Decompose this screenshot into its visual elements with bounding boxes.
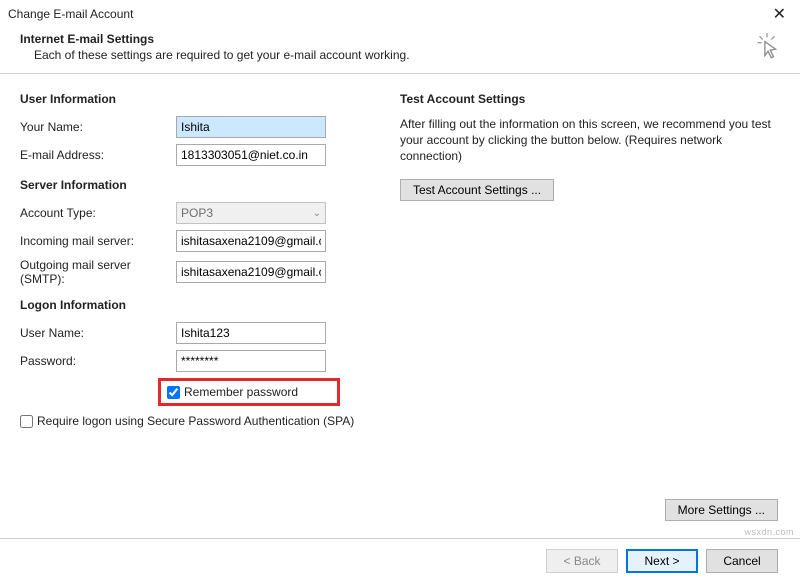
test-settings-desc: After filling out the information on thi… xyxy=(400,116,780,165)
outgoing-server-input[interactable] xyxy=(176,261,326,283)
username-label: User Name: xyxy=(20,326,176,340)
your-name-input[interactable] xyxy=(176,116,326,138)
window-title: Change E-mail Account xyxy=(8,7,133,21)
right-column: Test Account Settings After filling out … xyxy=(400,92,780,428)
spa-label: Require logon using Secure Password Auth… xyxy=(37,414,354,428)
remember-password-highlight: Remember password xyxy=(158,378,340,406)
chevron-down-icon: ⌄ xyxy=(313,208,321,219)
footer-buttons: < Back Next > Cancel xyxy=(546,549,778,573)
back-button: < Back xyxy=(546,549,618,573)
password-label: Password: xyxy=(20,354,176,368)
cancel-button[interactable]: Cancel xyxy=(706,549,778,573)
password-input[interactable] xyxy=(176,350,326,372)
next-button[interactable]: Next > xyxy=(626,549,698,573)
account-type-label: Account Type: xyxy=(20,206,176,220)
outgoing-label: Outgoing mail server (SMTP): xyxy=(20,258,176,286)
watermark: wsxdn.com xyxy=(744,527,794,537)
test-settings-title: Test Account Settings xyxy=(400,92,780,106)
username-input[interactable] xyxy=(176,322,326,344)
test-account-button[interactable]: Test Account Settings ... xyxy=(400,179,554,201)
remember-password-label: Remember password xyxy=(184,385,298,399)
remember-password-checkbox[interactable] xyxy=(167,386,180,399)
account-type-value: POP3 xyxy=(181,206,213,220)
user-info-title: User Information xyxy=(20,92,360,106)
email-input[interactable] xyxy=(176,144,326,166)
logon-info-title: Logon Information xyxy=(20,298,360,312)
header: Internet E-mail Settings Each of these s… xyxy=(0,26,800,73)
account-type-select: POP3 ⌄ xyxy=(176,202,326,224)
spa-checkbox[interactable] xyxy=(20,415,33,428)
more-settings-button[interactable]: More Settings ... xyxy=(665,499,778,521)
incoming-server-input[interactable] xyxy=(176,230,326,252)
cursor-click-icon xyxy=(754,32,780,65)
server-info-title: Server Information xyxy=(20,178,360,192)
email-label: E-mail Address: xyxy=(20,148,176,162)
left-column: User Information Your Name: E-mail Addre… xyxy=(20,92,360,428)
close-icon[interactable]: ✕ xyxy=(767,4,792,24)
title-bar: Change E-mail Account ✕ xyxy=(0,0,800,26)
header-subtitle: Each of these settings are required to g… xyxy=(20,48,410,62)
your-name-label: Your Name: xyxy=(20,120,176,134)
incoming-label: Incoming mail server: xyxy=(20,234,176,248)
header-title: Internet E-mail Settings xyxy=(20,32,410,46)
